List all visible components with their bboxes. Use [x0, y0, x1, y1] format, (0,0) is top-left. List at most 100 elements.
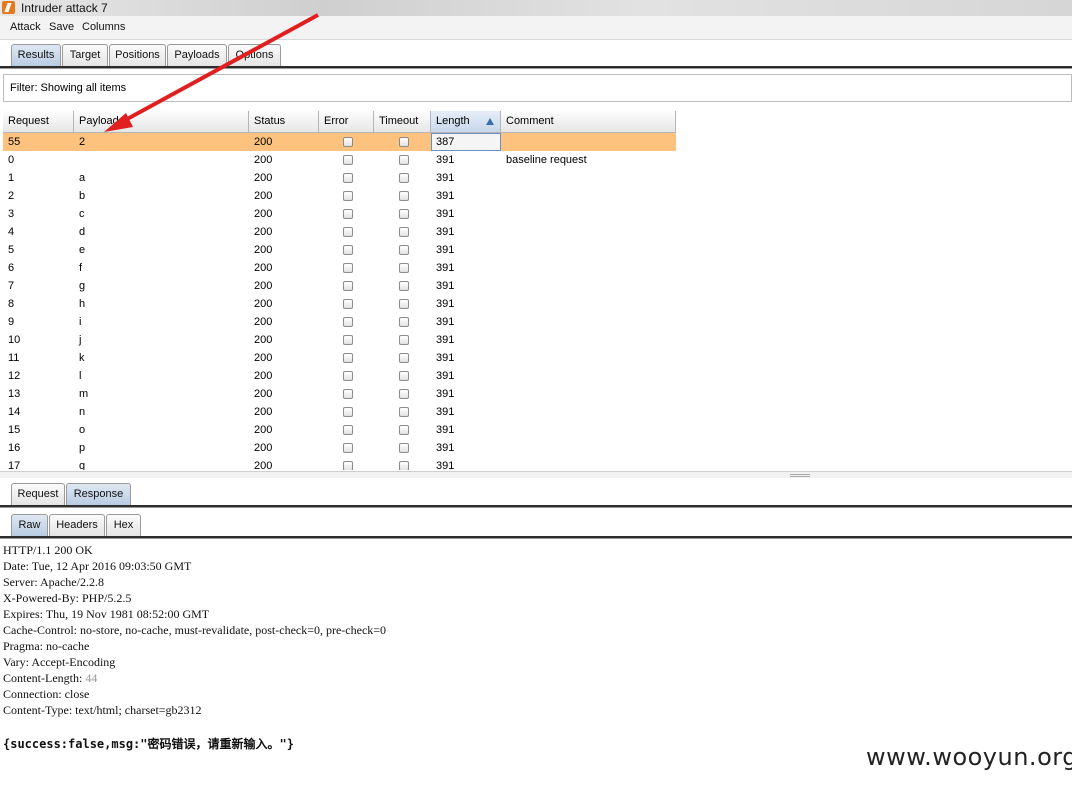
- column-comment[interactable]: Comment: [501, 111, 676, 133]
- timeout-checkbox[interactable]: [399, 173, 409, 183]
- results-table[interactable]: Request Payload Status Error Timeout Len…: [3, 111, 676, 470]
- error-checkbox[interactable]: [343, 335, 353, 345]
- error-checkbox[interactable]: [343, 425, 353, 435]
- timeout-checkbox[interactable]: [399, 245, 409, 255]
- cell-payload: q: [79, 460, 86, 470]
- timeout-checkbox[interactable]: [399, 317, 409, 327]
- tab-positions[interactable]: Positions: [109, 44, 166, 66]
- cell-request: 16: [8, 442, 21, 454]
- timeout-checkbox[interactable]: [399, 353, 409, 363]
- timeout-checkbox[interactable]: [399, 299, 409, 309]
- filter-bar[interactable]: Filter: Showing all items: [3, 74, 1072, 102]
- cell-length: 391: [436, 388, 455, 400]
- error-checkbox[interactable]: [343, 227, 353, 237]
- error-checkbox[interactable]: [343, 443, 353, 453]
- table-row[interactable]: 7 g 200 391: [3, 277, 676, 295]
- cell-comment: [501, 421, 676, 439]
- timeout-checkbox[interactable]: [399, 443, 409, 453]
- timeout-checkbox[interactable]: [399, 137, 409, 147]
- error-checkbox[interactable]: [343, 371, 353, 381]
- table-row[interactable]: 2 b 200 391: [3, 187, 676, 205]
- pane-splitter[interactable]: [0, 471, 1072, 478]
- timeout-checkbox[interactable]: [399, 227, 409, 237]
- cell-length: 391: [436, 262, 455, 274]
- timeout-checkbox[interactable]: [399, 389, 409, 399]
- table-row[interactable]: 0 200 391 baseline request: [3, 151, 676, 169]
- tab-raw[interactable]: Raw: [11, 514, 48, 536]
- table-row[interactable]: 12 l 200 391: [3, 367, 676, 385]
- error-checkbox[interactable]: [343, 317, 353, 327]
- timeout-checkbox[interactable]: [399, 191, 409, 201]
- column-request[interactable]: Request: [3, 111, 74, 133]
- timeout-checkbox[interactable]: [399, 407, 409, 417]
- viewer-tab-bar: Request Response: [0, 480, 1072, 506]
- table-row[interactable]: 10 j 200 391: [3, 331, 676, 349]
- column-timeout[interactable]: Timeout: [374, 111, 431, 133]
- error-checkbox[interactable]: [343, 389, 353, 399]
- table-row[interactable]: 15 o 200 391: [3, 421, 676, 439]
- cell-request: 14: [8, 406, 21, 418]
- table-row[interactable]: 6 f 200 391: [3, 259, 676, 277]
- timeout-checkbox[interactable]: [399, 155, 409, 165]
- cell-status: 200: [254, 244, 273, 256]
- error-checkbox[interactable]: [343, 353, 353, 363]
- column-error[interactable]: Error: [319, 111, 374, 133]
- table-row[interactable]: 4 d 200 391: [3, 223, 676, 241]
- timeout-checkbox[interactable]: [399, 281, 409, 291]
- timeout-checkbox[interactable]: [399, 263, 409, 273]
- column-length[interactable]: Length: [431, 111, 501, 133]
- cell-request: 1: [8, 172, 15, 184]
- tab-headers[interactable]: Headers: [49, 514, 105, 536]
- table-row[interactable]: 14 n 200 391: [3, 403, 676, 421]
- splitter-grip[interactable]: [790, 474, 810, 477]
- cell-status: 200: [254, 226, 273, 238]
- table-row[interactable]: 9 i 200 391: [3, 313, 676, 331]
- error-checkbox[interactable]: [343, 137, 353, 147]
- table-row[interactable]: 11 k 200 391: [3, 349, 676, 367]
- cell-status: 200: [254, 406, 273, 418]
- timeout-checkbox[interactable]: [399, 461, 409, 470]
- error-checkbox[interactable]: [343, 299, 353, 309]
- tab-results[interactable]: Results: [11, 44, 61, 66]
- error-checkbox[interactable]: [343, 407, 353, 417]
- error-checkbox[interactable]: [343, 461, 353, 470]
- cell-payload: 2: [79, 136, 86, 148]
- table-row[interactable]: 8 h 200 391: [3, 295, 676, 313]
- column-payload[interactable]: Payload: [74, 111, 249, 133]
- cell-payload: n: [79, 406, 86, 418]
- tab-request[interactable]: Request: [11, 483, 65, 505]
- cell-request: 12: [8, 370, 21, 382]
- menu-columns[interactable]: Columns: [82, 21, 125, 33]
- cell-status: 200: [254, 460, 273, 470]
- column-status[interactable]: Status: [249, 111, 319, 133]
- error-checkbox[interactable]: [343, 209, 353, 219]
- tab-payloads[interactable]: Payloads: [167, 44, 227, 66]
- timeout-checkbox[interactable]: [399, 209, 409, 219]
- tab-response[interactable]: Response: [66, 483, 131, 505]
- cell-payload: b: [79, 190, 86, 202]
- error-checkbox[interactable]: [343, 155, 353, 165]
- table-row[interactable]: 13 m 200 391: [3, 385, 676, 403]
- tab-options[interactable]: Options: [228, 44, 281, 66]
- table-row[interactable]: 1 a 200 391: [3, 169, 676, 187]
- error-checkbox[interactable]: [343, 263, 353, 273]
- error-checkbox[interactable]: [343, 281, 353, 291]
- timeout-checkbox[interactable]: [399, 335, 409, 345]
- menu-save[interactable]: Save: [49, 21, 74, 33]
- table-row[interactable]: 55 2 200 387: [3, 133, 676, 151]
- error-checkbox[interactable]: [343, 173, 353, 183]
- tab-target[interactable]: Target: [62, 44, 108, 66]
- table-row[interactable]: 3 c 200 391: [3, 205, 676, 223]
- burp-app-icon: [2, 1, 15, 14]
- error-checkbox[interactable]: [343, 245, 353, 255]
- error-checkbox[interactable]: [343, 191, 353, 201]
- cell-length: 391: [436, 280, 455, 292]
- tab-hex[interactable]: Hex: [106, 514, 141, 536]
- table-row[interactable]: 5 e 200 391: [3, 241, 676, 259]
- timeout-checkbox[interactable]: [399, 371, 409, 381]
- header-server: Server: Apache/2.2.8: [3, 575, 104, 589]
- table-row[interactable]: 17 q 200 391: [3, 457, 676, 470]
- timeout-checkbox[interactable]: [399, 425, 409, 435]
- menu-attack[interactable]: Attack: [10, 21, 41, 33]
- table-row[interactable]: 16 p 200 391: [3, 439, 676, 457]
